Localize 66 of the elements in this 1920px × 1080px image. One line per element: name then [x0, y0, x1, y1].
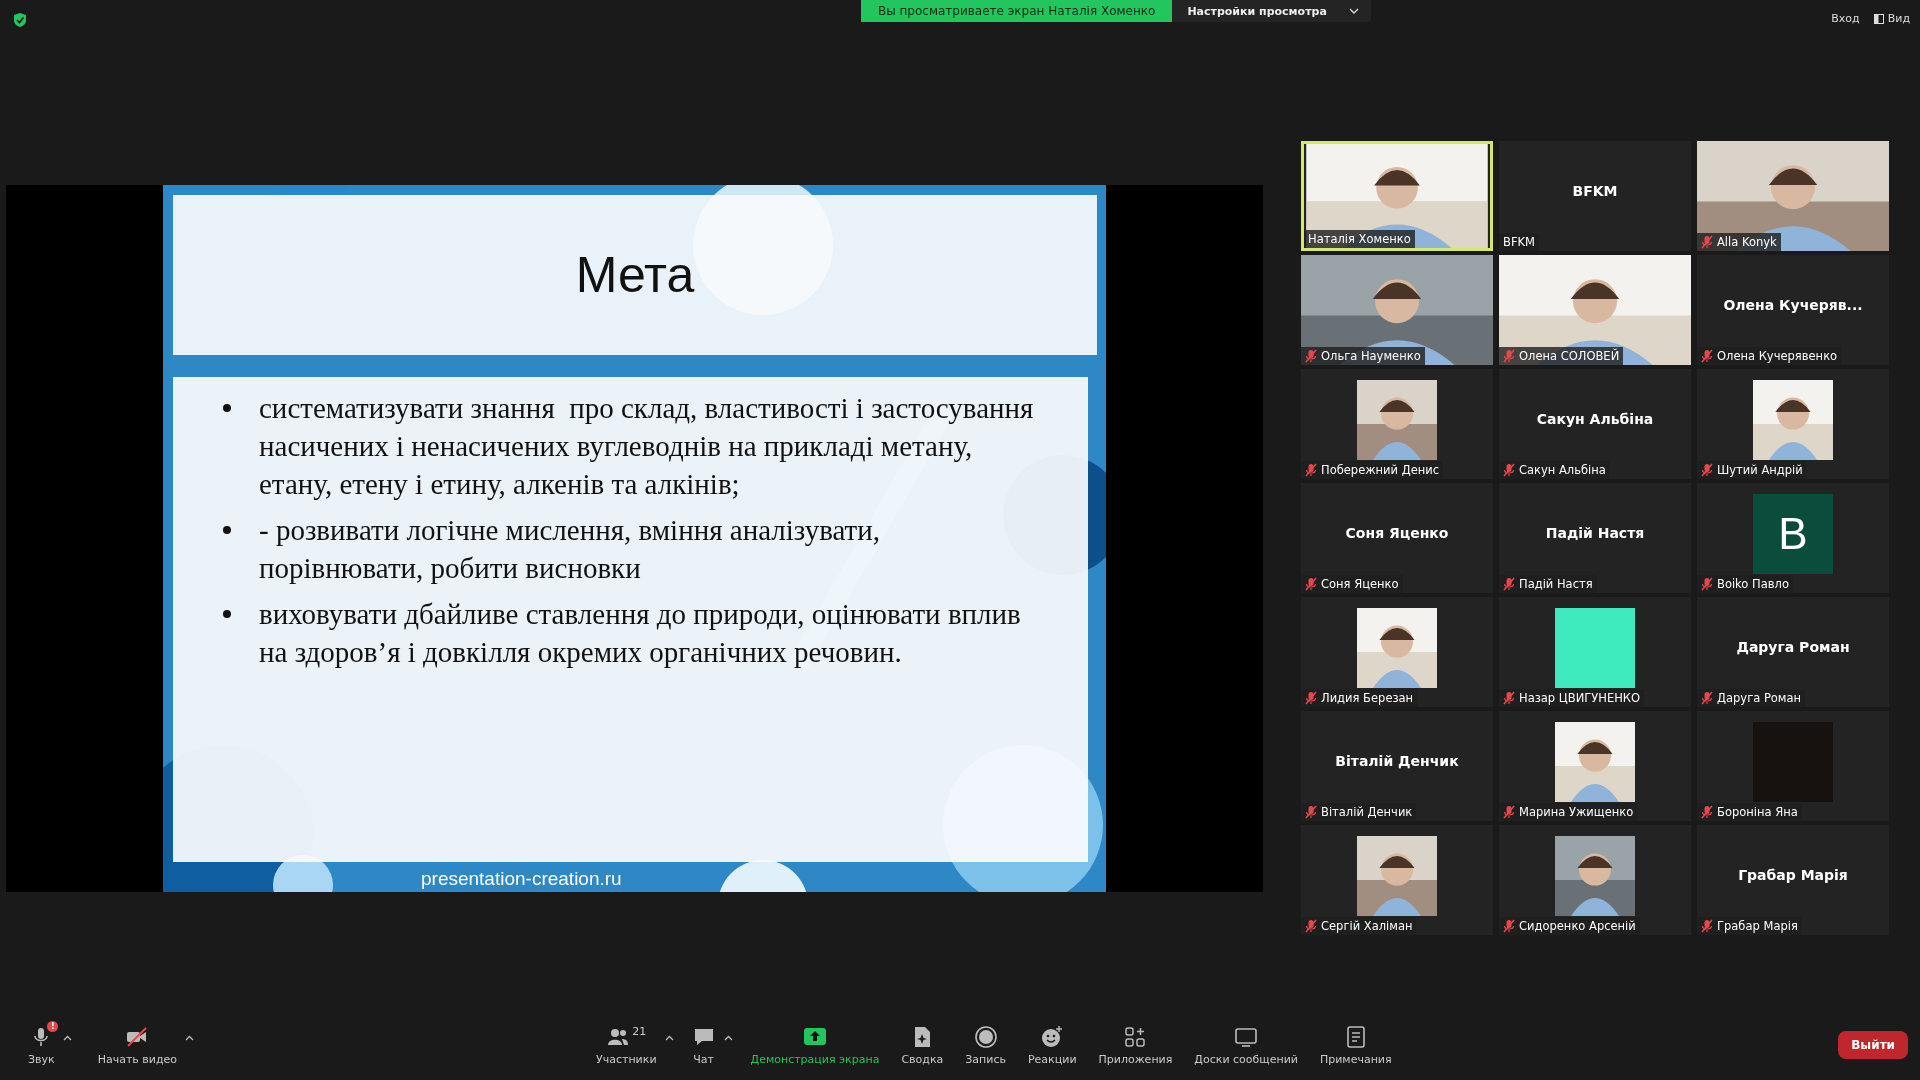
participant-name: Олена СОЛОВЕЙ: [1519, 349, 1620, 363]
toolbar-button[interactable]: ! Звук: [22, 1020, 61, 1070]
view-button[interactable]: Вид: [1873, 12, 1910, 25]
apps-icon: [1123, 1024, 1148, 1049]
participant-name: Сакун Альбіна: [1519, 463, 1606, 477]
caret-icon: [1348, 8, 1359, 14]
caret-icon: [185, 1034, 195, 1041]
caret-icon: [723, 1034, 733, 1041]
participant-name: Грабар Марія: [1717, 919, 1798, 933]
caret-icon: [664, 1034, 674, 1041]
participant-name: Сергій Халіман: [1321, 919, 1413, 933]
participant-title: BFKM: [1572, 183, 1618, 199]
participant-title: Грабар Марія: [1738, 867, 1848, 883]
toolbar-button[interactable]: Приложения: [1092, 1020, 1179, 1070]
alert-badge: !: [47, 1020, 59, 1032]
participant-name: Олена Кучерявенко: [1717, 349, 1838, 363]
smiley-icon: [1040, 1024, 1065, 1049]
shield-icon: [13, 12, 27, 28]
participant-name: Назар ЦВИГУНЕНКО: [1519, 691, 1641, 705]
toolbar-button[interactable]: Доски сообщений: [1188, 1020, 1304, 1070]
bullet-icon: [223, 403, 231, 412]
bullet-text: систематизувати знання про склад, властивості і застосування насичених і ненасичених вуглеводнів на прикладі метану, етану, етену і етину, алкенів та алкінів;: [259, 390, 1034, 502]
bullet-text: виховувати дбайливе ставлення до природи, оцінювати вплив на здоров’я і довкілля окремих органічних речовин.: [259, 596, 1022, 670]
toolbar-button[interactable]: Сводка: [895, 1020, 950, 1070]
share-notice: Вы просматриваете экран Наталія Хоменко: [861, 0, 1173, 22]
participant-name: Наталія Хоменко: [1308, 232, 1411, 246]
participant-title: Сакун Альбіна: [1536, 411, 1654, 427]
participant-name: Сидоренко Арсеній: [1519, 919, 1636, 933]
sign-in-button[interactable]: Вход: [1831, 12, 1860, 25]
participant-name: Марина Ужищенко: [1519, 805, 1634, 819]
participant-name: Даруга Роман: [1717, 691, 1802, 705]
participant-title: Падій Настя: [1545, 525, 1645, 541]
avatar: B: [1753, 494, 1833, 574]
participant-name: Побережний Денис: [1321, 463, 1440, 477]
toolbar-button[interactable]: Реакции: [1021, 1020, 1083, 1070]
toolbar-button[interactable]: Запись: [959, 1020, 1012, 1070]
toolbar-button[interactable]: 21 Участники: [590, 1020, 663, 1070]
participant-name: Бороніна Яна: [1717, 805, 1798, 819]
toolbar-button[interactable]: Чат: [685, 1020, 722, 1070]
bullet-icon: [223, 525, 231, 534]
participant-title: Даруга Роман: [1736, 639, 1850, 655]
slide-title: Мета: [575, 245, 695, 304]
camera-off-icon: [125, 1024, 150, 1049]
participant-name: Шутий Андрій: [1717, 463, 1803, 477]
participant-name: Падій Настя: [1519, 577, 1593, 591]
participant-name: Alla Konyk: [1717, 235, 1777, 249]
participant-title: Олена Кучеряв...: [1723, 297, 1863, 313]
participant-name: Ольга Науменко: [1321, 349, 1421, 363]
view-options-button[interactable]: Настройки просмотра: [1172, 0, 1371, 22]
participant-title: Віталій Денчик: [1335, 753, 1459, 769]
participant-title: Соня Яценко: [1345, 525, 1449, 541]
record-icon: [973, 1024, 998, 1049]
toolbar-button[interactable]: Примечания: [1313, 1020, 1398, 1070]
participant-name: Лидия Березан: [1321, 691, 1414, 705]
participant-name: BFKM: [1503, 235, 1535, 249]
leave-button[interactable]: Выйти: [1838, 1031, 1908, 1059]
caret-icon: [62, 1034, 72, 1041]
bullet-icon: [223, 609, 231, 618]
participant-name: Віталій Денчик: [1321, 805, 1413, 819]
slide-footer: presentation-creation.ru: [421, 867, 622, 890]
toolbar-button[interactable]: Начать видео: [91, 1020, 184, 1070]
grid-icon: [1873, 13, 1884, 24]
toolbar-button[interactable]: Демонстрация экрана: [744, 1020, 886, 1070]
participant-count: 21: [632, 1024, 647, 1038]
participant-name: Boiko Павло: [1717, 577, 1789, 591]
participant-name: Соня Яценко: [1321, 577, 1399, 591]
